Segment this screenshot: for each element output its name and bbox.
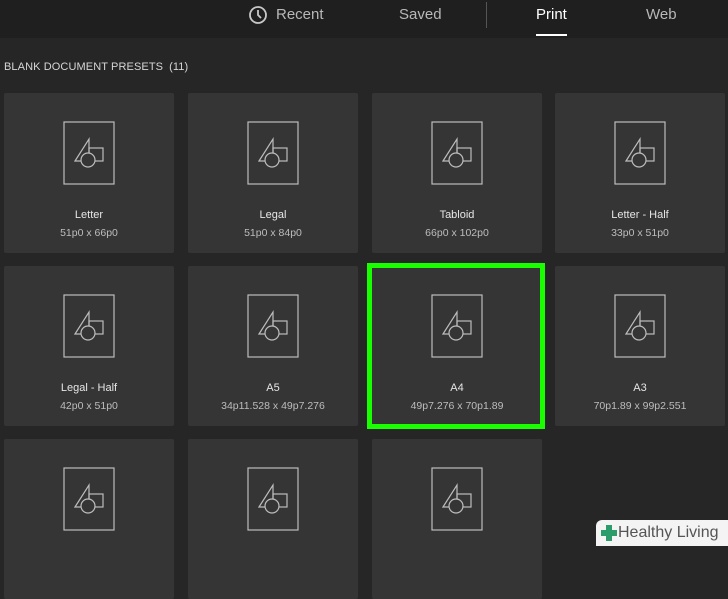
preset-card[interactable]: A5 34p11.528 x 49p7.276 [188, 266, 358, 426]
document-preset-icon [431, 467, 483, 531]
preset-size: 70p1.89 x 99p2.551 [593, 400, 687, 412]
preset-name: Letter - Half [611, 209, 669, 221]
preset-card[interactable]: Legal 51p0 x 84p0 [188, 93, 358, 253]
preset-card[interactable]: A3 70p1.89 x 99p2.551 [555, 266, 725, 426]
clock-icon [249, 6, 267, 24]
preset-size: 34p11.528 x 49p7.276 [221, 400, 325, 412]
tab-print-label: Print [536, 6, 567, 23]
preset-count: (11) [169, 61, 189, 73]
preset-card[interactable]: A4 49p7.276 x 70p1.89 [372, 266, 542, 426]
preset-card[interactable]: Letter - Half 33p0 x 51p0 [555, 93, 725, 253]
plus-icon [601, 525, 617, 541]
document-preset-icon [247, 467, 299, 531]
preset-card[interactable] [188, 439, 358, 599]
preset-size: 49p7.276 x 70p1.89 [410, 400, 504, 412]
top-tab-bar: Recent Saved Print Web [0, 0, 728, 38]
preset-name: A4 [450, 382, 464, 394]
tab-divider [486, 2, 487, 28]
preset-card[interactable]: Legal - Half 42p0 x 51p0 [4, 266, 174, 426]
tab-recent-label: Recent [276, 6, 324, 23]
preset-card[interactable]: Letter 51p0 x 66p0 [4, 93, 174, 253]
section-title-text: BLANK DOCUMENT PRESETS [4, 61, 164, 73]
document-preset-icon [431, 294, 483, 358]
document-preset-icon [63, 121, 115, 185]
preset-size: 51p0 x 66p0 [60, 227, 118, 239]
preset-name: Legal [259, 209, 287, 221]
section-title: BLANK DOCUMENT PRESETS (11) [4, 61, 188, 73]
tab-saved[interactable]: Saved [399, 0, 442, 38]
preset-card[interactable] [4, 439, 174, 599]
document-preset-icon [614, 294, 666, 358]
preset-card[interactable] [372, 439, 542, 599]
tab-web-label: Web [646, 6, 677, 23]
tab-recent[interactable]: Recent [249, 0, 324, 38]
preset-size: 51p0 x 84p0 [244, 227, 302, 239]
preset-size: 42p0 x 51p0 [60, 400, 118, 412]
preset-name: Letter [74, 209, 104, 221]
watermark: Healthy Living [596, 520, 728, 546]
preset-name: Tabloid [439, 209, 475, 221]
tab-print[interactable]: Print [536, 0, 567, 38]
document-preset-icon [431, 121, 483, 185]
preset-size: 33p0 x 51p0 [611, 227, 669, 239]
preset-name: A5 [266, 382, 280, 394]
preset-size: 66p0 x 102p0 [425, 227, 489, 239]
document-preset-icon [63, 294, 115, 358]
document-preset-icon [247, 294, 299, 358]
document-preset-icon [247, 121, 299, 185]
watermark-text: Healthy Living [618, 524, 719, 541]
preset-name: Legal - Half [60, 382, 118, 394]
tab-web[interactable]: Web [646, 0, 677, 38]
tab-saved-label: Saved [399, 6, 442, 23]
preset-card[interactable]: Tabloid 66p0 x 102p0 [372, 93, 542, 253]
preset-name: A3 [633, 382, 647, 394]
document-preset-icon [614, 121, 666, 185]
document-preset-icon [63, 467, 115, 531]
